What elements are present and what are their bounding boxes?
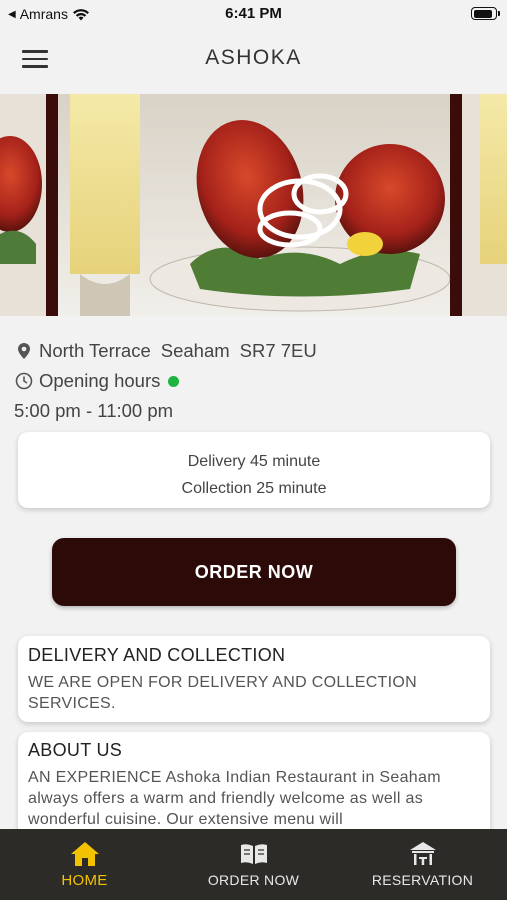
page-title: ASHOKA bbox=[205, 46, 302, 69]
tab-home[interactable]: HOME bbox=[0, 829, 169, 900]
delivery-times-card: Delivery 45 minute Collection 25 minute bbox=[18, 432, 490, 508]
restaurant-info: North Terrace Seaham SR7 7EU Opening hou… bbox=[14, 336, 494, 426]
delivery-card-title: DELIVERY AND COLLECTION bbox=[28, 645, 286, 665]
reservation-icon bbox=[409, 842, 436, 865]
opening-hours-label: Opening hours bbox=[39, 370, 161, 391]
hero-food-image bbox=[0, 94, 507, 316]
opening-hours-value: 5:00 pm - 11:00 pm bbox=[14, 400, 174, 421]
home-icon bbox=[70, 842, 99, 866]
tab-reservation-label: RESERVATION bbox=[371, 872, 474, 888]
bottom-tab-bar: HOME ORDER NOW RESERVATION bbox=[0, 829, 507, 900]
address-postcode: SR7 7EU bbox=[239, 340, 317, 361]
battery-icon bbox=[471, 7, 500, 20]
tab-order-now-label: ORDER NOW bbox=[207, 872, 300, 888]
about-card-text: AN EXPERIENCE Ashoka Indian Restaurant i… bbox=[28, 769, 441, 828]
open-status-indicator bbox=[168, 375, 180, 387]
delivery-collection-card: DELIVERY AND COLLECTION WE ARE OPEN FOR … bbox=[18, 636, 490, 722]
about-card-title: ABOUT US bbox=[28, 740, 123, 760]
collection-time: Collection 25 minute bbox=[181, 480, 327, 497]
status-time: 6:41 PM bbox=[225, 5, 282, 22]
order-now-button[interactable]: ORDER NOW bbox=[52, 538, 456, 606]
address-street: North Terrace bbox=[39, 340, 151, 361]
clock-icon bbox=[14, 371, 34, 391]
tab-reservation[interactable]: RESERVATION bbox=[338, 829, 507, 900]
address-town: Seaham bbox=[160, 340, 230, 361]
location-pin-icon bbox=[14, 341, 34, 361]
menu-book-icon bbox=[240, 844, 267, 864]
hours-row: 5:00 pm - 11:00 pm bbox=[14, 396, 494, 426]
status-bar: ◀ Amrans 6:41 PM bbox=[0, 0, 507, 28]
tab-home-label: HOME bbox=[61, 872, 108, 889]
app-header: ASHOKA bbox=[0, 28, 507, 94]
opening-hours-row: Opening hours bbox=[14, 366, 494, 396]
delivery-time: Delivery 45 minute bbox=[187, 453, 321, 470]
battery-level bbox=[473, 9, 493, 18]
address-row[interactable]: North Terrace Seaham SR7 7EU bbox=[14, 336, 494, 366]
delivery-card-text: WE ARE OPEN FOR DELIVERY AND COLLECTION … bbox=[28, 674, 417, 712]
tab-order-now[interactable]: ORDER NOW bbox=[169, 829, 338, 900]
